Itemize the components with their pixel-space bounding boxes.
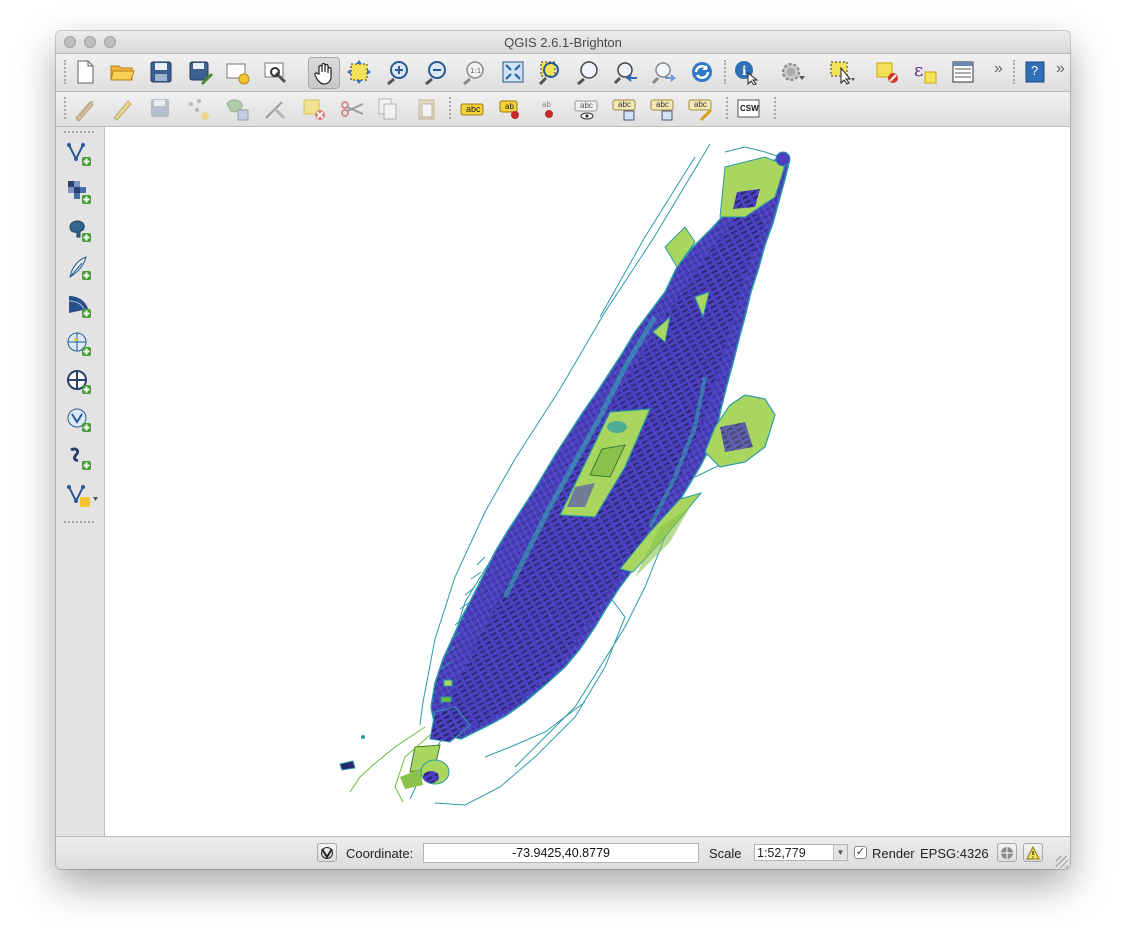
save-layer-edits-icon[interactable] (147, 95, 175, 123)
cut-features-icon[interactable] (338, 95, 366, 123)
add-mssql-layer-icon[interactable] (64, 291, 94, 321)
coordinate-toggle-icon[interactable] (317, 843, 337, 862)
move-label-text: abc (618, 100, 631, 109)
zoom-in-icon[interactable] (384, 58, 412, 86)
pan-to-selection-icon[interactable] (345, 58, 373, 86)
copy-features-icon[interactable] (374, 95, 402, 123)
window-title: QGIS 2.6.1-Brighton (504, 35, 622, 50)
delete-selected-icon[interactable] (300, 95, 328, 123)
csw-text: CSW (740, 104, 759, 113)
zoom-native-resolution-icon[interactable]: 1:1 (460, 58, 488, 86)
highlight-pinned-text: ab (542, 100, 551, 109)
title-bar: QGIS 2.6.1-Brighton (56, 31, 1070, 54)
help-icon[interactable]: ? (1021, 58, 1049, 86)
toolbar-overflow[interactable]: » (994, 60, 1003, 78)
rotate-label-text: abc (656, 100, 669, 109)
new-shapefile-layer-icon[interactable] (64, 481, 100, 511)
add-wfs-layer-icon[interactable] (64, 405, 94, 435)
coordinate-field[interactable]: -73.9425,40.8779 (423, 843, 699, 863)
toolbar-grip[interactable] (774, 97, 780, 119)
select-features-icon[interactable] (828, 58, 856, 86)
run-feature-action-icon[interactable] (778, 58, 806, 86)
svg-text:i: i (742, 64, 747, 78)
resize-grip[interactable] (1056, 856, 1068, 868)
add-vector-layer-icon[interactable] (64, 139, 94, 169)
add-wcs-layer-icon[interactable] (64, 367, 94, 397)
highlight-pinned-label-icon[interactable]: ab (534, 95, 562, 123)
render-checkbox[interactable]: ✓ (854, 846, 867, 859)
refresh-icon[interactable] (688, 58, 716, 86)
toolbar-grip[interactable] (64, 521, 94, 523)
paste-features-icon[interactable] (413, 95, 441, 123)
zoom-next-icon[interactable] (650, 58, 678, 86)
manhattan-map (339, 143, 791, 806)
show-hide-label-icon[interactable]: abc (572, 95, 600, 123)
toolbar-grip[interactable] (726, 97, 732, 119)
toolbar-grip[interactable] (1013, 60, 1019, 84)
toolbar-grip[interactable] (64, 60, 70, 84)
help-label: ? (1031, 63, 1039, 78)
label-icon-text: abc (466, 104, 481, 114)
messages-warning-icon[interactable] (1023, 843, 1043, 862)
main-toolbar: 1:1 i ε » ? » (56, 54, 1070, 92)
open-project-icon[interactable] (108, 58, 136, 86)
zoom-last-icon[interactable] (612, 58, 640, 86)
pan-map-icon[interactable] (308, 57, 340, 89)
zoom-full-icon[interactable] (499, 58, 527, 86)
composer-manager-icon[interactable] (261, 58, 289, 86)
save-project-icon[interactable] (147, 58, 175, 86)
add-wms-layer-icon[interactable] (64, 329, 94, 359)
open-attribute-table-icon[interactable] (949, 58, 977, 86)
edit-label-toolbar: abc ab ab abc abc abc abc CSW (56, 92, 1070, 127)
toolbar-grip[interactable] (724, 60, 730, 84)
deselect-features-icon[interactable] (873, 58, 901, 86)
chevron-down-icon[interactable]: ▼ (833, 845, 847, 860)
move-label-icon[interactable]: abc (610, 95, 638, 123)
zoom-to-layer-icon[interactable] (574, 58, 602, 86)
toolbar-overflow-2[interactable]: » (1056, 60, 1065, 78)
toolbar-grip[interactable] (64, 97, 70, 119)
change-label-text: abc (694, 100, 707, 109)
qgis-window: QGIS 2.6.1-Brighton 1:1 i ε » ? » abc ab… (56, 31, 1070, 869)
coordinate-label: Coordinate: (346, 846, 414, 861)
add-raster-layer-icon[interactable] (64, 177, 94, 207)
current-edits-icon[interactable] (71, 95, 99, 123)
lower-manhattan (339, 706, 471, 803)
status-bar: Coordinate: -73.9425,40.8779 Scale 1:52,… (56, 836, 1070, 869)
move-feature-icon[interactable] (223, 95, 251, 123)
new-print-composer-icon[interactable] (223, 58, 251, 86)
add-postgis-layer-icon[interactable] (64, 215, 94, 245)
rotate-label-icon[interactable]: abc (648, 95, 676, 123)
pin-label-text: ab (505, 102, 514, 111)
map-canvas[interactable] (105, 127, 1070, 836)
change-label-icon[interactable]: abc (686, 95, 714, 123)
zoom-to-selection-icon[interactable] (536, 58, 564, 86)
zoom-out-icon[interactable] (422, 58, 450, 86)
label-icon[interactable]: abc (458, 95, 486, 123)
scale-label: Scale (709, 846, 742, 861)
crs-projection-icon[interactable] (997, 843, 1017, 862)
add-feature-icon[interactable] (184, 95, 212, 123)
show-hide-text: abc (580, 101, 593, 110)
add-spatialite-layer-icon[interactable] (64, 253, 94, 283)
crs-status[interactable]: EPSG:4326 (920, 846, 989, 861)
svg-text:ε: ε (914, 60, 923, 81)
pin-label-icon[interactable]: ab (496, 95, 524, 123)
identify-features-icon[interactable]: i (732, 58, 760, 86)
scale-combobox[interactable]: 1:52,779 ▼ (754, 844, 848, 861)
field-calculator-icon[interactable]: ε (911, 58, 939, 86)
node-tool-icon[interactable] (261, 95, 289, 123)
toolbar-grip[interactable] (64, 131, 94, 133)
csw-icon[interactable]: CSW (734, 95, 762, 123)
toolbar-grip[interactable] (449, 97, 455, 119)
save-project-as-icon[interactable] (186, 58, 214, 86)
new-project-icon[interactable] (71, 58, 99, 86)
svg-text:1:1: 1:1 (470, 67, 481, 75)
render-label: Render (872, 846, 915, 861)
toggle-editing-icon[interactable] (108, 95, 136, 123)
manage-layers-toolbar (56, 127, 105, 836)
add-delimited-text-layer-icon[interactable] (64, 443, 94, 473)
scale-value: 1:52,779 (757, 846, 806, 860)
